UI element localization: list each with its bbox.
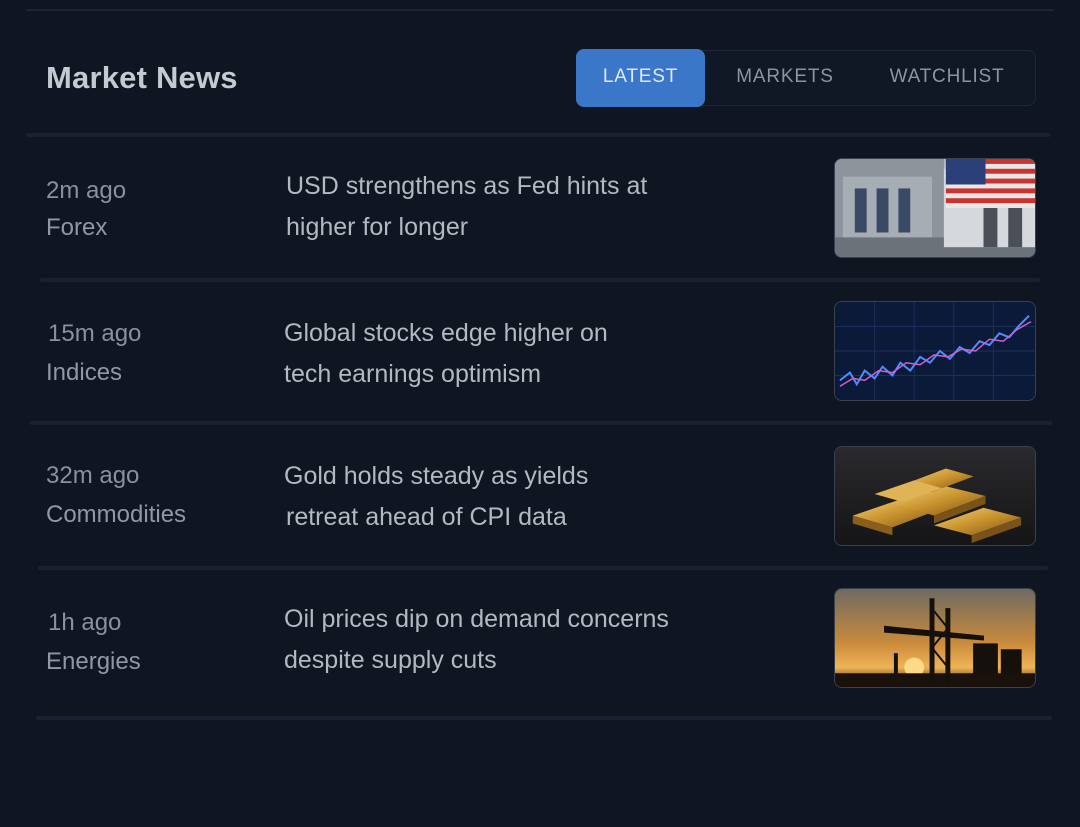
row-divider [38,566,1048,570]
news-tabs: LATEST MARKETS WATCHLIST [576,49,1036,107]
news-headline[interactable]: USD strengthens as Fed hints at higher f… [286,166,756,248]
headline-line-2: higher for longer [286,213,469,241]
gold-bars-icon[interactable] [834,446,1036,546]
tab-watchlist[interactable]: WATCHLIST [869,49,1025,107]
page-title: Market News [46,60,238,95]
news-category: Energies [46,648,141,675]
news-item-indices[interactable]: 15m ago Indices Global stocks edge highe… [0,283,1080,423]
us-flag-building-icon[interactable] [834,158,1036,258]
row-divider [40,278,1040,282]
news-category: Forex [46,214,108,241]
news-headline[interactable]: Gold holds steady as yields retreat ahea… [284,456,754,538]
top-divider [26,9,1054,11]
news-item-commodities[interactable]: 32m ago Commodities Gold holds steady as… [0,426,1080,566]
oil-rig-icon[interactable] [834,588,1036,688]
row-divider [30,421,1052,425]
headline-line-2: despite supply cuts [284,646,497,674]
panel-header: Market News LATEST MARKETS WATCHLIST [0,48,1080,110]
market-news-panel: Market News LATEST MARKETS WATCHLIST 2m … [0,0,1080,827]
news-time: 15m ago [48,320,142,347]
tab-markets[interactable]: MARKETS [717,49,853,107]
news-time: 32m ago [46,462,140,489]
headline-line-1: Global stocks edge higher on [284,319,608,347]
headline-line-1: USD strengthens as Fed hints at [286,172,648,200]
news-category: Commodities [46,501,187,528]
news-item-forex[interactable]: 2m ago Forex USD strengthens as Fed hint… [0,140,1080,280]
news-time: 1h ago [48,609,122,636]
news-headline[interactable]: Global stocks edge higher on tech earnin… [284,313,754,395]
headline-line-2: retreat ahead of CPI data [286,503,567,531]
header-divider [26,133,1050,137]
news-headline[interactable]: Oil prices dip on demand concerns despit… [284,599,754,681]
news-time: 2m ago [46,177,127,204]
news-item-energies[interactable]: 1h ago Energies Oil prices dip on demand… [0,571,1080,711]
news-category: Indices [46,359,123,386]
tab-latest[interactable]: LATEST [576,49,705,107]
headline-line-1: Gold holds steady as yields [284,462,589,490]
headline-line-1: Oil prices dip on demand concerns [284,605,669,633]
bottom-divider [36,716,1052,720]
stock-chart-icon[interactable] [834,301,1036,401]
headline-line-2: tech earnings optimism [284,360,542,388]
